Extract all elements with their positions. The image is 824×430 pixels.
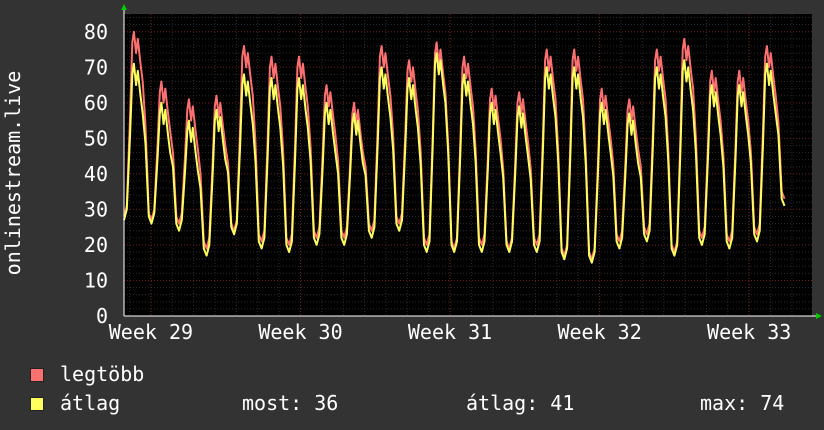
y-tick-label: 70: [84, 55, 108, 79]
y-axis-arrow: [121, 4, 127, 10]
x-tick-label: Week 33: [707, 320, 791, 340]
y-tick-label: 10: [84, 268, 108, 292]
y-tick-label: 0: [96, 304, 108, 328]
legend-swatch-max: [30, 368, 44, 382]
y-tick-label: 80: [84, 20, 108, 44]
y-axis-title: onlinestream.live: [1, 71, 25, 276]
y-tick-label: 30: [84, 197, 108, 221]
y-tick-label: 50: [84, 126, 108, 150]
y-tick-label: 60: [84, 91, 108, 115]
x-axis-arrow: [816, 313, 822, 319]
x-tick-label: Week 29: [109, 320, 193, 340]
y-tick-label: 20: [84, 233, 108, 257]
stat-now: most: 36: [242, 391, 339, 415]
x-tick-label: Week 32: [557, 320, 641, 340]
legend-swatch-avg: [30, 397, 44, 411]
stat-max: max: 74: [700, 391, 785, 415]
stat-avg: átlag: 41: [466, 391, 575, 415]
legend-item-avg: átlag most: 36 átlag: 41 max: 74: [30, 392, 810, 414]
line-chart: 0 10 20 30 40 50 60 70 80 Week 29 Week 30 Week 31 We…: [1, 4, 822, 340]
x-tick-label: Week 30: [258, 320, 342, 340]
x-tick-label: Week 31: [408, 320, 492, 340]
y-tick-label: 40: [84, 162, 108, 186]
legend-label-max: legtöbb: [60, 362, 145, 386]
legend-label-avg: átlag: [60, 391, 121, 415]
